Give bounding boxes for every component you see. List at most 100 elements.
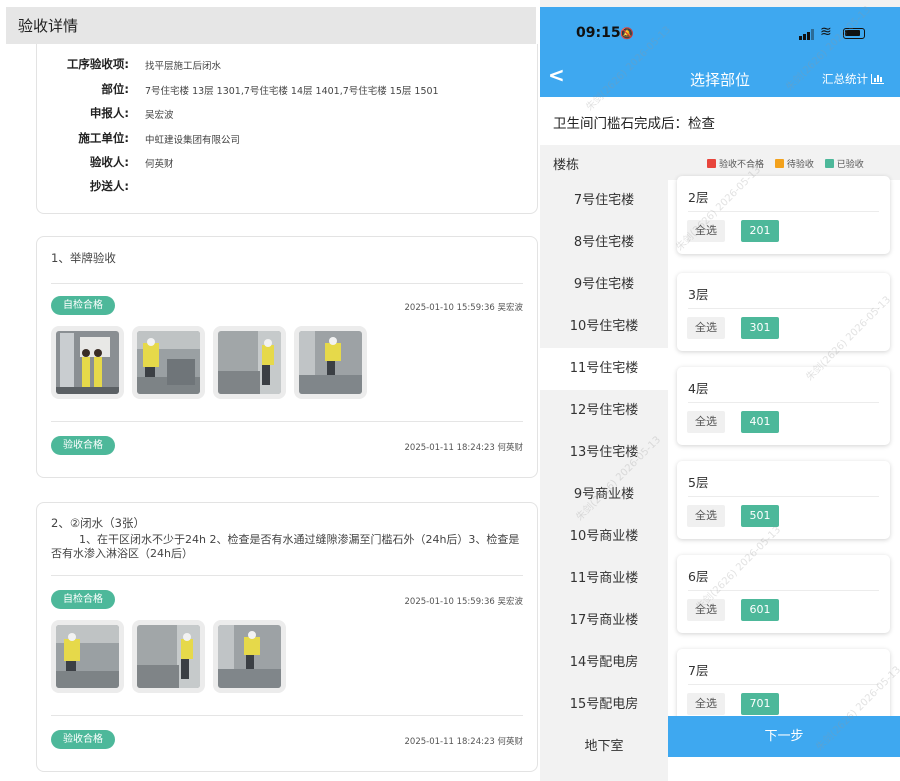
divider (688, 402, 879, 403)
section-description: 1、在干区闭水不少于24h 2、检查是否有水通过缝隙渗漏至门槛石外（24h后）3… (51, 533, 520, 560)
building-item[interactable]: 7号住宅楼 (540, 180, 668, 222)
floor-label: 4层 (688, 381, 709, 396)
building-item[interactable]: 10号住宅楼 (540, 306, 668, 348)
building-header: 楼栋 (553, 158, 580, 173)
room-chip[interactable]: 401 (741, 411, 779, 433)
divider (688, 211, 879, 212)
photo-thumbnail[interactable] (294, 326, 367, 399)
mute-bell-icon: 🔕 (620, 27, 634, 40)
summary-stats-button[interactable]: 汇总统计 (822, 71, 884, 87)
legend-label-pending: 待验收 (786, 160, 814, 170)
info-label: 部位: (101, 82, 129, 96)
select-all-button[interactable]: 全选 (687, 693, 725, 715)
photo-thumbnail[interactable] (213, 620, 286, 693)
building-item[interactable]: 9号商业楼 (540, 474, 668, 516)
select-all-button[interactable]: 全选 (687, 505, 725, 527)
acceptance-stamp: 2025-01-11 18:24:23 何英财 (404, 443, 523, 453)
floor-label: 3层 (688, 287, 709, 302)
inspection-subtitle-bar: 卫生间门槛石完成后：检查 (540, 97, 900, 145)
divider (688, 308, 879, 309)
select-all-button[interactable]: 全选 (687, 317, 725, 339)
divider (51, 715, 523, 716)
photo-thumbnail[interactable] (213, 326, 286, 399)
divider (688, 684, 879, 685)
room-chip[interactable]: 201 (741, 220, 779, 242)
acceptance-detail-panel: 验收详情 工序验收项: 找平层施工后闭水 部位: 7号住宅楼 13层 1301,… (0, 0, 540, 781)
building-list: 7号住宅楼 8号住宅楼 9号住宅楼 10号住宅楼 11号住宅楼 12号住宅楼 13号住宅楼 9… (540, 180, 668, 781)
floor-label: 6层 (688, 569, 709, 584)
select-location-screen: 09:15 🔕 ≋ < 选择部位 汇总统计 卫生间门槛石完成后：检查 楼栋 验收… (540, 0, 900, 781)
legend-label-accepted: 已验收 (836, 160, 864, 170)
select-all-button[interactable]: 全选 (687, 599, 725, 621)
floor-list: 2层 全选 201 3层 全选 301 4层 全选 401 5层 全选 501 … (668, 176, 900, 781)
building-item[interactable]: 11号商业楼 (540, 558, 668, 600)
divider (688, 590, 879, 591)
building-item[interactable]: 8号住宅楼 (540, 222, 668, 264)
legend-swatch-fail (707, 159, 716, 168)
floor-label: 5层 (688, 475, 709, 490)
floor-card: 2层 全选 201 (677, 176, 890, 254)
info-value: 吴宏波 (145, 110, 174, 121)
building-item[interactable]: 10号商业楼 (540, 516, 668, 558)
inspection-subtitle: 卫生间门槛石完成后：检查 (553, 116, 715, 132)
building-item[interactable]: 14号配电房 (540, 642, 668, 684)
photo-thumbnail[interactable] (51, 620, 124, 693)
floor-card: 4层 全选 401 (677, 367, 890, 445)
section-title: 2、②闭水（3张） (51, 516, 145, 530)
photo-list (51, 620, 286, 693)
status-time: 09:15 (576, 25, 621, 41)
acceptance-badge: 验收合格 (51, 436, 115, 455)
info-label: 工序验收项: (66, 57, 129, 71)
floor-label: 7层 (688, 663, 709, 678)
select-all-button[interactable]: 全选 (687, 220, 725, 242)
self-check-badge: 自检合格 (51, 590, 115, 609)
info-label: 抄送人: (89, 179, 129, 193)
building-item[interactable]: 9号住宅楼 (540, 264, 668, 306)
info-label: 验收人: (89, 155, 129, 169)
section-card-2: 2、②闭水（3张） 1、在干区闭水不少于24h 2、检查是否有水通过缝隙渗漏至门… (36, 502, 538, 772)
room-chip[interactable]: 501 (741, 505, 779, 527)
detail-header: 验收详情 (6, 7, 536, 44)
room-chip[interactable]: 301 (741, 317, 779, 339)
room-chip[interactable]: 701 (741, 693, 779, 715)
floor-card: 6层 全选 601 (677, 555, 890, 633)
photo-thumbnail[interactable] (51, 326, 124, 399)
room-chip[interactable]: 601 (741, 599, 779, 621)
app-header: 09:15 🔕 ≋ < 选择部位 汇总统计 (540, 7, 900, 97)
building-item[interactable]: 12号住宅楼 (540, 390, 668, 432)
info-row-location: 部位: 7号住宅楼 13层 1301,7号住宅楼 14层 1401,7号住宅楼 … (37, 81, 537, 99)
building-item[interactable]: 15号配电房 (540, 684, 668, 726)
floor-label: 2层 (688, 190, 709, 205)
legend-swatch-pending (774, 159, 784, 168)
floor-card: 5层 全选 501 (677, 461, 890, 539)
divider (688, 496, 879, 497)
acceptance-stamp: 2025-01-11 18:24:23 何英财 (404, 737, 523, 747)
info-row-contractor: 施工单位: 中虹建设集团有限公司 (37, 130, 537, 148)
building-item[interactable]: 17号商业楼 (540, 600, 668, 642)
building-item[interactable]: 11号住宅楼 (540, 348, 668, 390)
photo-list (51, 326, 367, 399)
info-label: 申报人: (89, 106, 129, 120)
building-item[interactable]: 地下室 (540, 726, 668, 768)
self-check-stamp: 2025-01-10 15:59:36 吴宏波 (404, 597, 523, 607)
info-row-inspector: 验收人: 何英财 (37, 154, 537, 172)
self-check-stamp: 2025-01-10 15:59:36 吴宏波 (404, 303, 523, 313)
next-step-button[interactable]: 下一步 (668, 716, 900, 757)
info-row-item: 工序验收项: 找平层施工后闭水 (37, 56, 537, 74)
page-title: 验收详情 (18, 17, 79, 35)
legend-swatch-accepted (824, 159, 834, 168)
bar-chart-icon (871, 74, 884, 84)
self-check-badge: 自检合格 (51, 296, 115, 315)
building-item[interactable]: 13号住宅楼 (540, 432, 668, 474)
info-value: 7号住宅楼 13层 1301,7号住宅楼 14层 1401,7号住宅楼 15层 … (145, 86, 439, 97)
info-card: 工序验收项: 找平层施工后闭水 部位: 7号住宅楼 13层 1301,7号住宅楼… (36, 44, 538, 214)
summary-stats-label: 汇总统计 (822, 72, 868, 86)
divider (51, 575, 523, 576)
acceptance-badge: 验收合格 (51, 730, 115, 749)
photo-thumbnail[interactable] (132, 326, 205, 399)
photo-thumbnail[interactable] (132, 620, 205, 693)
legend-label-fail: 验收不合格 (719, 160, 765, 170)
divider (51, 421, 523, 422)
info-value: 中虹建设集团有限公司 (145, 135, 241, 146)
select-all-button[interactable]: 全选 (687, 411, 725, 433)
